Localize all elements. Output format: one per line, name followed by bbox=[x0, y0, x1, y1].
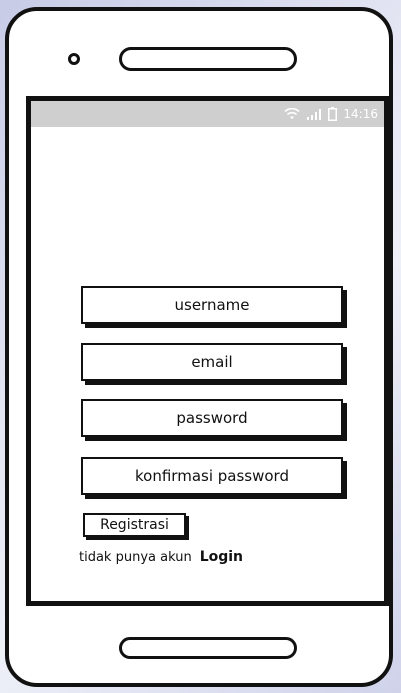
email-placeholder: email bbox=[191, 353, 233, 371]
confirm-password-field[interactable]: konfirmasi password bbox=[81, 457, 343, 495]
wifi-icon bbox=[284, 108, 300, 120]
confirm-password-placeholder: konfirmasi password bbox=[135, 467, 289, 485]
email-field[interactable]: email bbox=[81, 343, 343, 381]
login-link[interactable]: Login bbox=[200, 549, 243, 565]
register-button[interactable]: Registrasi bbox=[83, 513, 186, 537]
battery-icon bbox=[328, 107, 338, 121]
screen: 14:16 username email password konfirmasi… bbox=[26, 96, 389, 606]
password-field[interactable]: password bbox=[81, 399, 343, 437]
camera-icon bbox=[68, 53, 80, 65]
username-field[interactable]: username bbox=[81, 286, 343, 324]
signal-icon bbox=[306, 108, 322, 120]
username-placeholder: username bbox=[174, 296, 250, 314]
status-bar: 14:16 bbox=[31, 101, 384, 127]
home-button[interactable] bbox=[119, 637, 297, 659]
speaker-grille bbox=[119, 47, 297, 71]
login-prompt: tidak punya akun Login bbox=[79, 549, 243, 565]
canvas: 14:16 username email password konfirmasi… bbox=[0, 0, 401, 693]
status-clock: 14:16 bbox=[343, 107, 378, 121]
password-placeholder: password bbox=[176, 409, 248, 427]
no-account-text: tidak punya akun bbox=[79, 550, 192, 565]
register-button-label: Registrasi bbox=[100, 517, 169, 533]
